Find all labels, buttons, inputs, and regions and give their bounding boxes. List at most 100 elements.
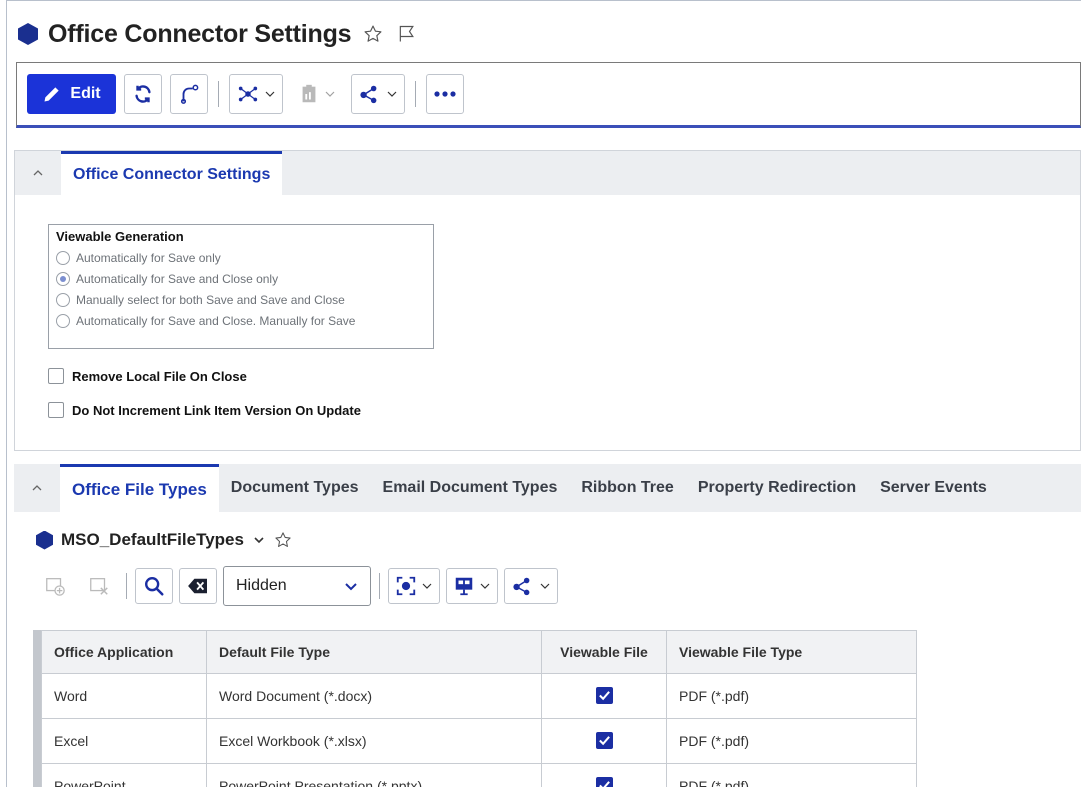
search-icon <box>145 577 164 596</box>
cell-viewable-file-type[interactable]: PDF (*.pdf) <box>666 718 917 764</box>
search-mode-select[interactable]: Hidden <box>223 566 371 606</box>
share-icon <box>513 577 530 596</box>
window-border-left <box>6 0 7 787</box>
edit-button[interactable]: Edit <box>27 74 116 114</box>
main-toolbar: Edit <box>16 62 1081 128</box>
page-title: Office Connector Settings <box>48 19 352 48</box>
tab-email-document-types[interactable]: Email Document Types <box>371 464 570 512</box>
star-outline-icon[interactable] <box>361 22 385 46</box>
tab-ribbon-tree[interactable]: Ribbon Tree <box>569 464 685 512</box>
chevron-down-icon <box>480 583 490 589</box>
viewable-option-save-close-only[interactable]: Automatically for Save and Close only <box>56 268 426 289</box>
more-button[interactable] <box>426 74 464 114</box>
toolbar-separator <box>415 81 416 107</box>
column-header[interactable]: Viewable File Type <box>666 630 917 674</box>
cell-viewable-file[interactable] <box>541 673 667 719</box>
chevron-down-icon[interactable] <box>252 533 266 547</box>
radio-button[interactable] <box>56 292 70 307</box>
chevron-up-icon <box>33 170 43 176</box>
cell-default-file-type[interactable]: PowerPoint Presentation (*.pptx) <box>206 763 542 787</box>
viewable-generation-group: Viewable Generation Automatically for Sa… <box>48 224 434 349</box>
chevron-down-icon <box>387 91 397 97</box>
cell-viewable-file-type[interactable]: PDF (*.pdf) <box>666 763 917 787</box>
viewable-option-save-only[interactable]: Automatically for Save only <box>56 247 426 268</box>
title-bar: Office Connector Settings <box>18 14 419 54</box>
radio-label: Automatically for Save and Close. Manual… <box>76 313 356 328</box>
grid-row-selector-strip <box>33 630 41 787</box>
remove-local-file-label: Remove Local File On Close <box>72 368 247 384</box>
table-row[interactable]: Excel Excel Workbook (*.xlsx) PDF (*.pdf… <box>41 718 917 764</box>
report-menu-button[interactable] <box>291 74 343 114</box>
grid-name: MSO_DefaultFileTypes <box>61 530 244 549</box>
file-types-grid: Office Application Default File Type Vie… <box>33 630 917 787</box>
chevron-down-icon <box>540 583 550 589</box>
do-not-increment-checkbox[interactable] <box>48 402 64 418</box>
tab-document-types[interactable]: Document Types <box>219 464 371 512</box>
cell-viewable-file[interactable] <box>541 763 667 787</box>
check-icon <box>598 781 610 787</box>
radio-label: Automatically for Save only <box>76 250 221 265</box>
collapse-button[interactable] <box>14 464 60 512</box>
promote-icon <box>180 84 199 104</box>
star-outline-icon[interactable] <box>274 531 292 549</box>
tab-office-connector-settings[interactable]: Office Connector Settings <box>61 151 283 195</box>
do-not-increment-option[interactable]: Do Not Increment Link Item Version On Up… <box>48 402 361 418</box>
viewable-option-manual[interactable]: Manually select for both Save and Save a… <box>56 289 426 310</box>
cell-viewable-file-type[interactable]: PDF (*.pdf) <box>666 673 917 719</box>
cell-default-file-type[interactable]: Word Document (*.docx) <box>206 673 542 719</box>
radio-button-selected[interactable] <box>56 271 70 286</box>
structure-menu-button[interactable] <box>229 74 283 114</box>
display-menu-button[interactable] <box>446 568 498 604</box>
cell-office-application[interactable]: Word <box>41 673 207 719</box>
cell-office-application[interactable]: PowerPoint <box>41 763 207 787</box>
add-row-button[interactable] <box>36 568 74 604</box>
edit-button-label: Edit <box>70 85 101 102</box>
radio-label: Automatically for Save and Close only <box>76 271 279 286</box>
chevron-down-icon <box>422 583 432 589</box>
tab-office-file-types[interactable]: Office File Types <box>60 464 219 512</box>
structure-icon <box>238 86 258 102</box>
table-row[interactable]: PowerPoint PowerPoint Presentation (*.pp… <box>41 763 917 787</box>
toolbar-separator <box>126 573 127 599</box>
remove-local-file-option[interactable]: Remove Local File On Close <box>48 368 247 384</box>
collapse-button[interactable] <box>15 151 61 195</box>
promote-button[interactable] <box>170 74 208 114</box>
do-not-increment-label: Do Not Increment Link Item Version On Up… <box>72 402 361 418</box>
flag-icon[interactable] <box>395 22 419 46</box>
delete-row-button[interactable] <box>80 568 118 604</box>
viewable-option-auto-close-manual-save[interactable]: Automatically for Save and Close. Manual… <box>56 310 426 331</box>
search-button[interactable] <box>135 568 173 604</box>
share-menu-button[interactable] <box>351 74 405 114</box>
tab-server-events[interactable]: Server Events <box>868 464 999 512</box>
more-icon <box>434 91 456 97</box>
checked-checkbox[interactable] <box>595 732 613 749</box>
toolbar-separator <box>218 81 219 107</box>
cell-office-application[interactable]: Excel <box>41 718 207 764</box>
cell-viewable-file[interactable] <box>541 718 667 764</box>
column-header[interactable]: Default File Type <box>206 630 542 674</box>
chevron-down-icon <box>345 583 357 591</box>
radio-button[interactable] <box>56 313 70 328</box>
view-menu-button[interactable] <box>388 568 440 604</box>
radio-label: Manually select for both Save and Save a… <box>76 292 345 307</box>
cell-default-file-type[interactable]: Excel Workbook (*.xlsx) <box>206 718 542 764</box>
tab-property-redirection[interactable]: Property Redirection <box>686 464 868 512</box>
backspace-icon <box>188 578 207 594</box>
chevron-up-icon <box>32 485 42 491</box>
checked-checkbox[interactable] <box>595 777 613 787</box>
viewable-generation-title: Viewable Generation <box>56 229 184 244</box>
share-icon <box>360 85 377 104</box>
column-header[interactable]: Office Application <box>41 630 207 674</box>
column-header[interactable]: Viewable File <box>541 630 667 674</box>
clear-search-button[interactable] <box>179 568 217 604</box>
toolbar-separator <box>379 573 380 599</box>
checked-checkbox[interactable] <box>595 687 613 704</box>
refresh-button[interactable] <box>124 74 162 114</box>
radio-button[interactable] <box>56 250 70 265</box>
share-menu-button[interactable] <box>504 568 558 604</box>
chevron-down-icon <box>265 91 275 97</box>
table-row[interactable]: Word Word Document (*.docx) PDF (*.pdf) <box>41 673 917 719</box>
relationships-tabbar: Office File Types Document Types Email D… <box>14 464 1081 512</box>
remove-local-file-checkbox[interactable] <box>48 368 64 384</box>
check-icon <box>598 691 610 701</box>
